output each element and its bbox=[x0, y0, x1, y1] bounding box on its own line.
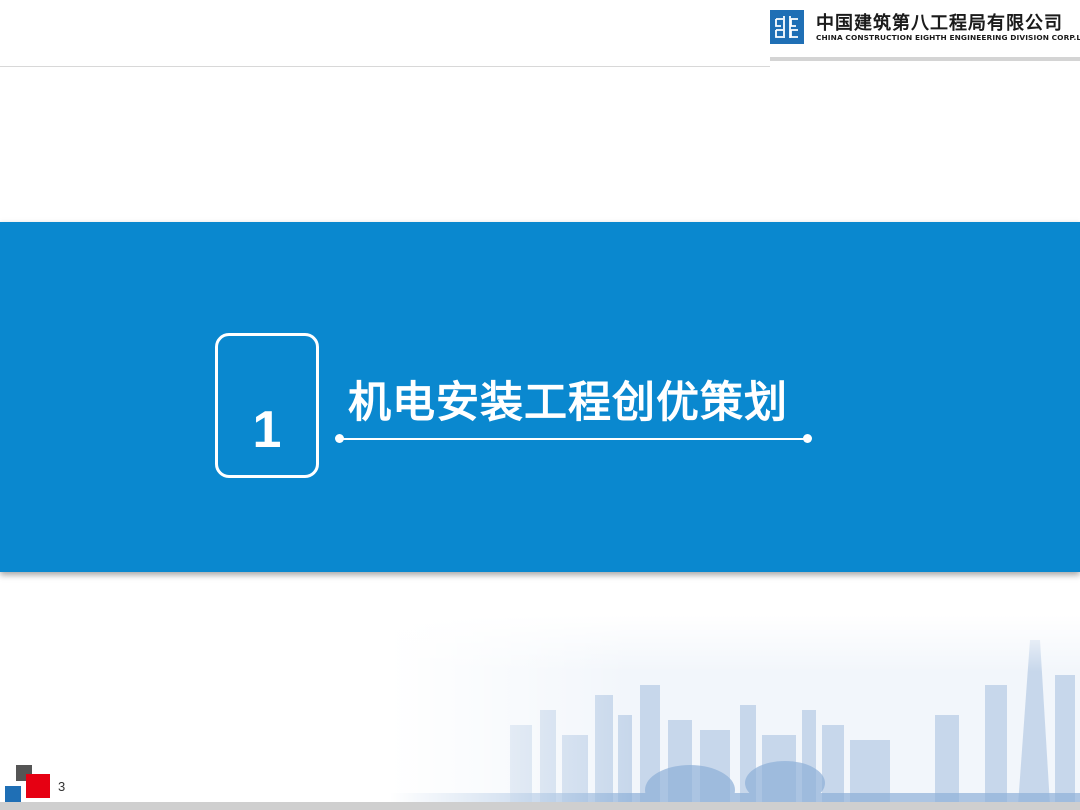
company-name-cn: 中国建筑第八工程局有限公司 bbox=[816, 13, 1063, 34]
company-name-en: CHINA CONSTRUCTION EIGHTH ENGINEERING DI… bbox=[816, 33, 1080, 42]
corner-square-red bbox=[26, 774, 50, 798]
corner-square-blue bbox=[5, 786, 21, 802]
page-number: 3 bbox=[58, 779, 66, 794]
header-divider bbox=[0, 66, 770, 67]
underline-dot-right bbox=[803, 434, 812, 443]
city-skyline-image bbox=[390, 615, 1080, 805]
cscec-logo-icon bbox=[770, 10, 804, 44]
header-accent-bar bbox=[770, 57, 1080, 61]
footer-bar bbox=[0, 802, 1080, 810]
section-title: 机电安装工程创优策划 bbox=[348, 378, 788, 428]
section-number: 1 bbox=[252, 401, 282, 459]
title-underline bbox=[340, 438, 808, 440]
underline-dot-left bbox=[335, 434, 344, 443]
